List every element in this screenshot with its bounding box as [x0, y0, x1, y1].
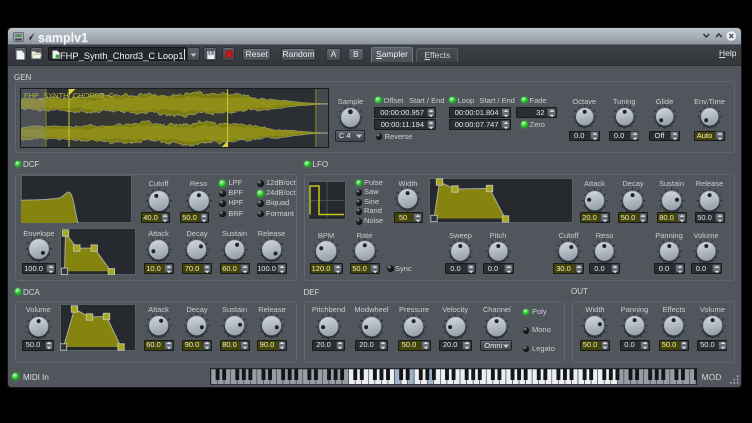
svg-text:FHP_SYNTH_CHORD3_C: FHP_SYNTH_CHORD3_C	[24, 91, 115, 100]
